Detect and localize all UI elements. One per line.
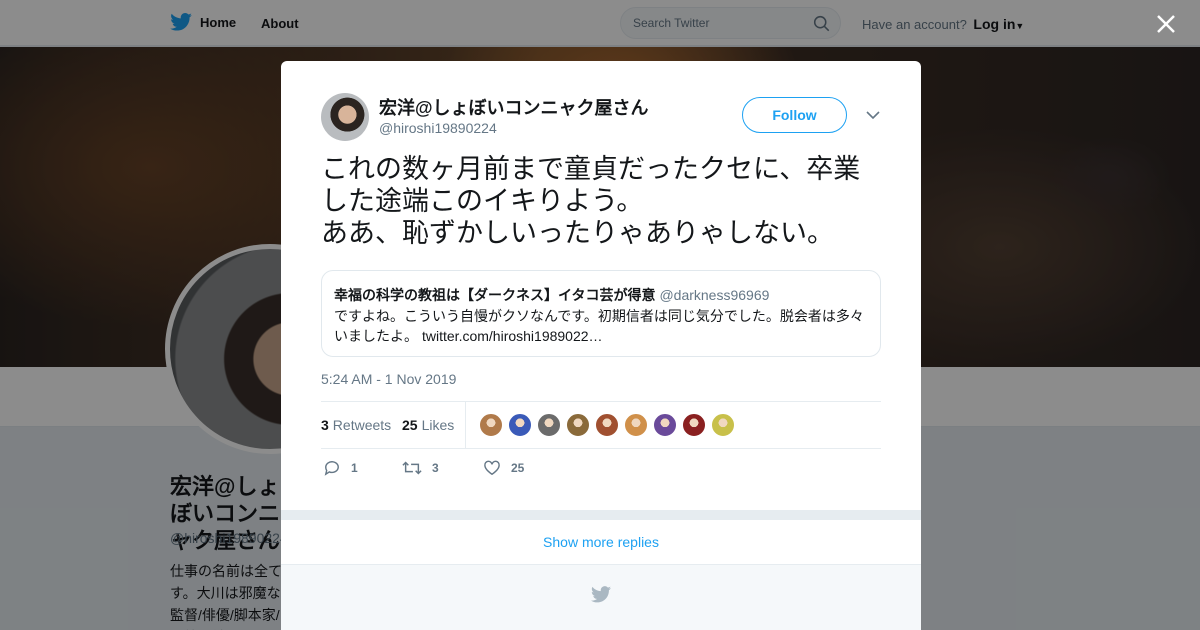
liker-avatar[interactable] <box>566 413 590 437</box>
retweet-button[interactable]: 3 <box>402 460 439 476</box>
tweet-actions: 1 3 25 <box>321 460 621 480</box>
author-name[interactable]: 宏洋@しょぼいコンニャク屋さん <box>379 94 649 120</box>
quoted-author-name: 幸福の科学の教祖は【ダークネス】イタコ芸が得意 <box>334 287 656 303</box>
quoted-tweet[interactable]: 幸福の科学の教祖は【ダークネス】イタコ芸が得意 @darkness96969 です… <box>321 270 881 357</box>
retweets-label: Retweets <box>332 417 392 433</box>
tweet-text-line: これの数ヶ月前まで童貞だったクセに、卒業 <box>321 154 861 184</box>
close-icon[interactable] <box>1153 11 1179 37</box>
likes-label: Likes <box>421 417 455 433</box>
chevron-down-icon[interactable] <box>865 108 881 122</box>
reply-button[interactable]: 1 <box>323 460 358 476</box>
like-button[interactable]: 25 <box>483 460 524 476</box>
liker-avatar[interactable] <box>508 413 532 437</box>
modal-footer <box>281 565 921 630</box>
liker-avatar[interactable] <box>653 413 677 437</box>
tweet-text-line: した途端このイキりよう。 <box>321 186 644 216</box>
twitter-bird-icon <box>591 586 611 603</box>
quoted-tweet-header: 幸福の科学の教祖は【ダークネス】イタコ芸が得意 @darkness96969 <box>334 285 769 305</box>
liker-avatar[interactable] <box>479 413 503 437</box>
author-handle[interactable]: @hiroshi19890224 <box>379 120 497 136</box>
retweet-count: 3 <box>432 461 439 475</box>
tweet-text: これの数ヶ月前まで童貞だったクセに、卒業 した途端このイキりよう。 ああ、恥ずか… <box>321 153 886 249</box>
retweet-icon <box>402 461 422 475</box>
retweets-stat[interactable]: 3 Retweets <box>321 417 391 433</box>
follow-button[interactable]: Follow <box>742 97 847 133</box>
quoted-link[interactable]: twitter.com/hiroshi1989022… <box>422 328 603 344</box>
replies-divider <box>281 510 921 520</box>
retweets-count: 3 <box>321 417 329 433</box>
liker-avatar[interactable] <box>682 413 706 437</box>
like-count: 25 <box>511 461 525 475</box>
tweet-timestamp[interactable]: 5:24 AM - 1 Nov 2019 <box>321 371 456 387</box>
likes-count: 25 <box>402 417 418 433</box>
quoted-tweet-text: ですよね。こういう自慢がクソなんです。初期信者は同じ気分でした。脱会者は多々いま… <box>334 306 869 346</box>
liker-avatar[interactable] <box>595 413 619 437</box>
author-avatar[interactable] <box>321 93 369 141</box>
liker-avatar[interactable] <box>537 413 561 437</box>
reply-count: 1 <box>351 461 358 475</box>
liker-avatar[interactable] <box>624 413 648 437</box>
quoted-author-handle: @darkness96969 <box>659 287 770 303</box>
tweet-text-line: ああ、恥ずかしいったりゃありゃしない。 <box>321 218 834 248</box>
show-more-replies-button[interactable]: Show more replies <box>281 520 921 565</box>
heart-icon <box>484 460 500 476</box>
tweet-modal: 宏洋@しょぼいコンニャク屋さん @hiroshi19890224 Follow … <box>281 61 921 630</box>
likes-stat[interactable]: 25 Likes <box>402 417 454 433</box>
tweet-stats: 3 Retweets 25 Likes <box>321 401 881 449</box>
stats-divider <box>465 402 466 448</box>
likers-avatars <box>479 413 735 437</box>
reply-icon <box>324 461 339 476</box>
liker-avatar[interactable] <box>711 413 735 437</box>
